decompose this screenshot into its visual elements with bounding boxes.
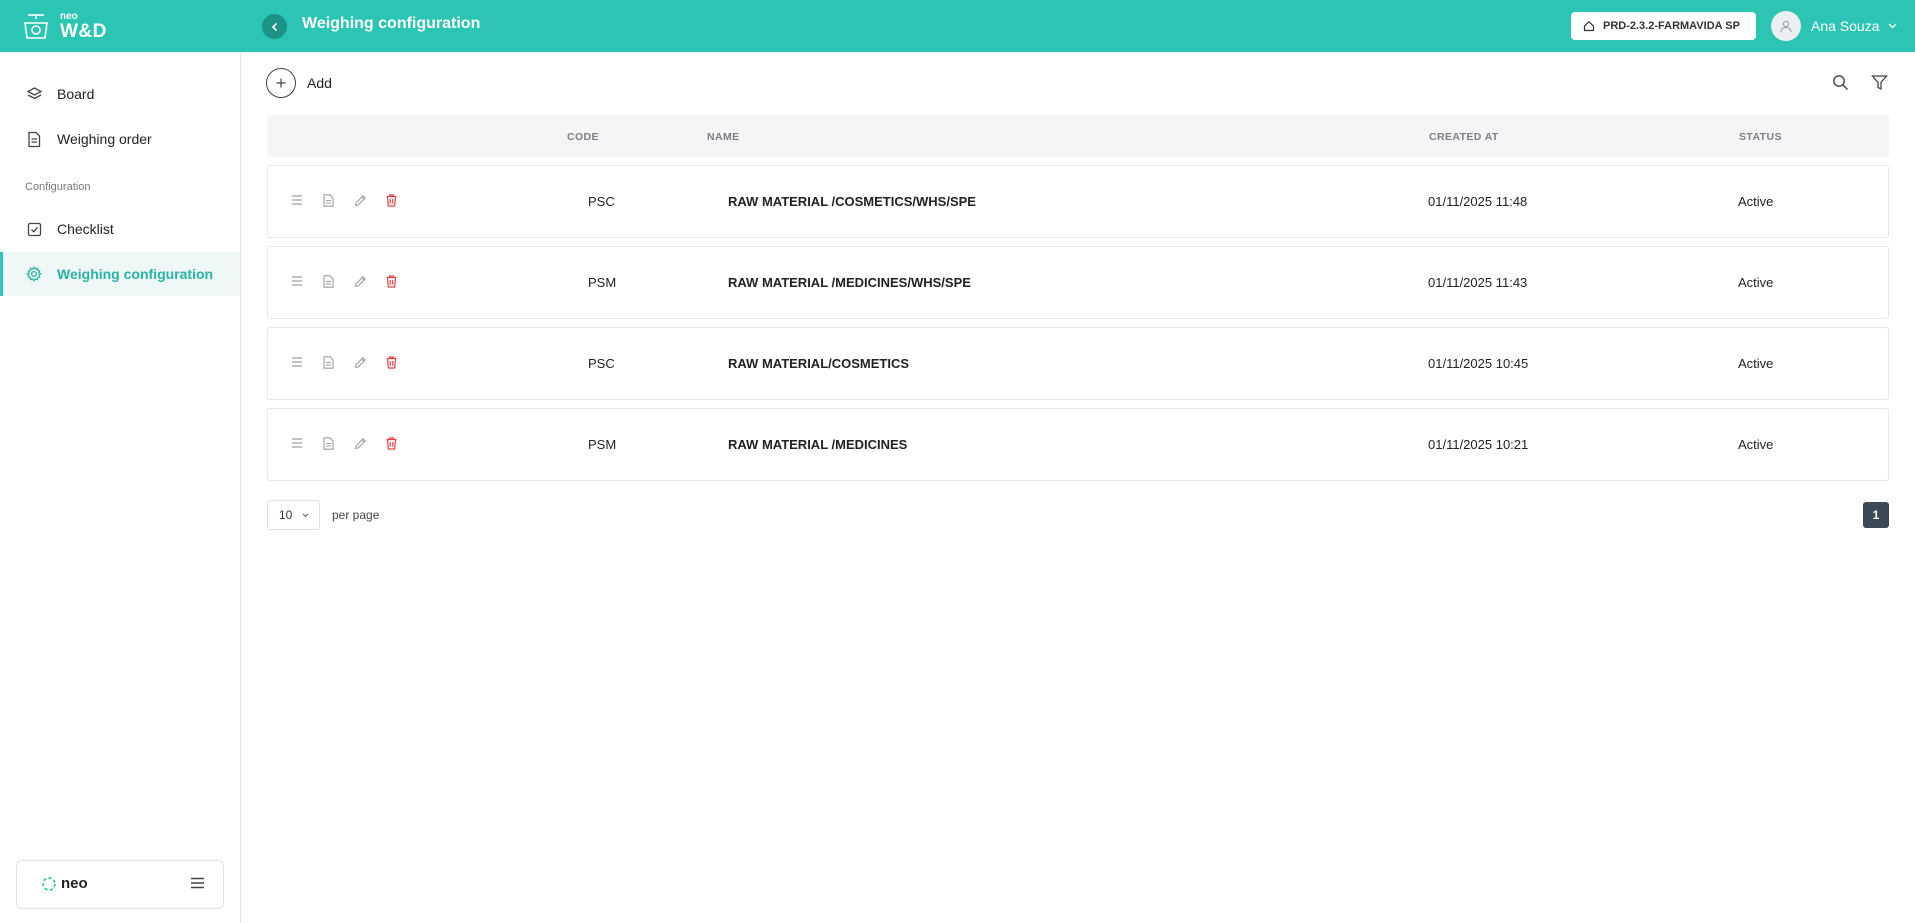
delete-icon[interactable] [386,194,397,210]
view-details-icon[interactable] [323,437,334,453]
user-name: Ana Souza [1811,18,1880,34]
view-details-icon[interactable] [323,194,334,210]
section-label-configuration: Configuration [25,181,91,193]
back-button[interactable] [262,14,287,39]
footer-brand: neo [61,875,88,892]
per-page-select[interactable]: 10 [267,500,320,530]
sidebar-footer: neo [16,860,224,909]
view-details-icon[interactable] [323,356,334,372]
user-icon [1780,20,1792,33]
sidebar: Board Weighing order Configuration Check… [0,52,241,923]
cell-code: PSM [588,275,617,290]
scale-logo-icon [24,14,48,39]
avatar [1771,11,1801,41]
sidebar-item-label: Weighing configuration [57,266,214,282]
app-logo[interactable]: neo W&D [22,10,112,44]
brand-name: W&D [60,21,107,42]
per-page-value: 10 [279,508,293,522]
drag-handle-icon[interactable] [292,356,302,371]
delete-icon[interactable] [386,356,397,372]
sidebar-item-label: Board [57,86,95,102]
gear-icon [25,265,43,283]
cell-status: Active [1738,356,1774,371]
environment-badge[interactable]: PRD-2.3.2-FARMAVIDA SP [1571,12,1756,40]
sidebar-item-weighing-order[interactable]: Weighing order [0,117,240,161]
plus-icon [266,68,296,98]
per-page-label: per page [332,508,380,522]
user-menu[interactable]: Ana Souza [1771,11,1897,41]
home-icon [1583,20,1595,32]
cell-status: Active [1738,275,1774,290]
cell-code: PSM [588,437,617,452]
column-header-created-at[interactable]: CREATED AT [1429,131,1499,143]
page-title: Weighing configuration [302,15,481,32]
page-button-1[interactable]: 1 [1863,502,1889,528]
cell-created-at: 01/11/2025 11:43 [1428,275,1528,290]
footer-logo: neo [41,875,88,892]
cell-name: RAW MATERIAL /COSMETICS/WHS/SPE [728,194,976,209]
table-row[interactable]: PSC RAW MATERIAL/COSMETICS 01/11/2025 10… [267,327,1889,400]
filter-icon[interactable] [1871,74,1888,96]
cell-status: Active [1738,437,1774,452]
sidebar-item-weighing-configuration[interactable]: Weighing configuration [0,252,240,296]
document-icon [25,130,43,148]
column-header-status[interactable]: STATUS [1739,131,1782,143]
cell-created-at: 01/11/2025 10:45 [1428,356,1529,371]
chevron-down-icon [302,513,309,518]
drag-handle-icon[interactable] [292,437,302,452]
chevron-left-icon [271,22,277,31]
add-button[interactable]: Add [266,68,332,98]
sidebar-item-checklist[interactable]: Checklist [0,207,240,251]
neo-logo-icon [42,876,56,891]
cell-name: RAW MATERIAL /MEDICINES/WHS/SPE [728,275,971,290]
edit-icon[interactable] [354,275,367,291]
cell-created-at: 01/11/2025 10:21 [1428,437,1529,452]
add-label: Add [307,75,332,91]
edit-icon[interactable] [354,437,367,453]
cell-created-at: 01/11/2025 11:48 [1428,194,1528,209]
edit-icon[interactable] [354,356,367,372]
top-bar: neo W&D Weighing configuration PRD-2.3.2… [0,0,1915,52]
menu-icon[interactable] [190,876,205,894]
delete-icon[interactable] [386,437,397,453]
cell-name: RAW MATERIAL /MEDICINES [728,437,908,452]
checkbox-icon [25,220,43,238]
sidebar-item-label: Checklist [57,221,114,237]
table-row[interactable]: PSC RAW MATERIAL /COSMETICS/WHS/SPE 01/1… [267,165,1889,238]
table-header: CODE NAME CREATED AT STATUS [267,115,1889,157]
sidebar-item-board[interactable]: Board [0,72,240,116]
sidebar-item-label: Weighing order [57,131,152,147]
table-row[interactable]: PSM RAW MATERIAL /MEDICINES/WHS/SPE 01/1… [267,246,1889,319]
search-icon[interactable] [1832,74,1849,96]
view-details-icon[interactable] [323,275,334,291]
cell-code: PSC [588,194,615,209]
cell-status: Active [1738,194,1774,209]
cell-name: RAW MATERIAL/COSMETICS [728,356,910,371]
environment-label: PRD-2.3.2-FARMAVIDA SP [1603,20,1740,32]
drag-handle-icon[interactable] [292,194,302,209]
column-header-code[interactable]: CODE [567,131,599,143]
layers-icon [25,85,43,103]
chevron-down-icon [1888,23,1896,29]
edit-icon[interactable] [354,194,367,210]
column-header-name[interactable]: NAME [707,131,740,143]
cell-code: PSC [588,356,615,371]
table-row[interactable]: PSM RAW MATERIAL /MEDICINES 01/11/2025 1… [267,408,1889,481]
delete-icon[interactable] [386,275,397,291]
drag-handle-icon[interactable] [292,275,302,290]
